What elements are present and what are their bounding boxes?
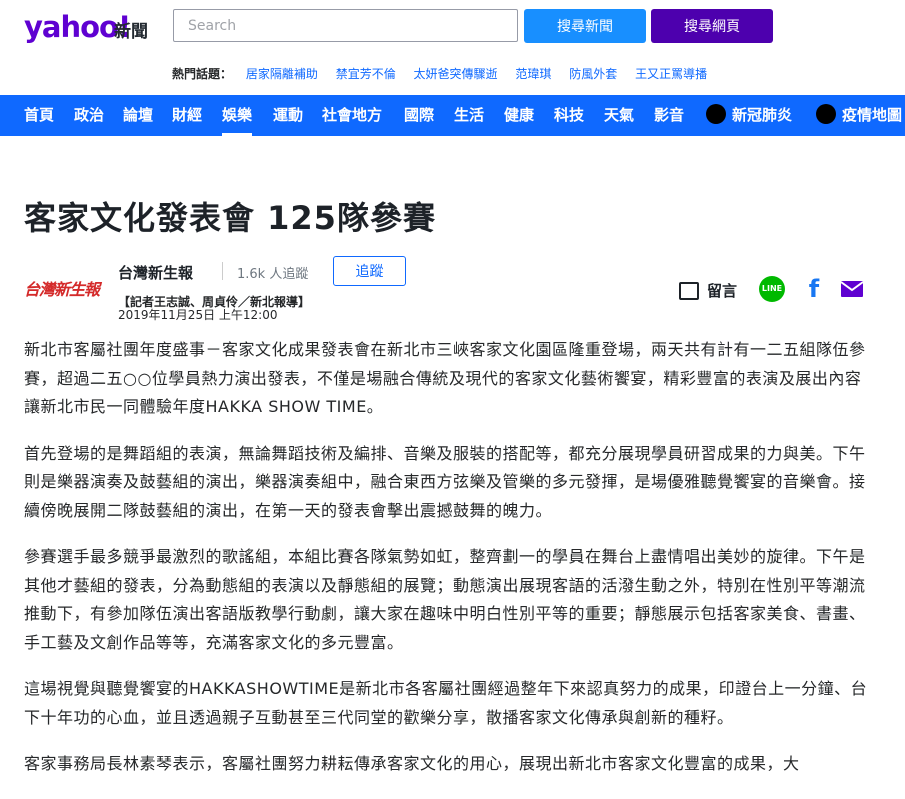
nav-item-politics[interactable]: 政治 (74, 95, 104, 136)
hot-topic-link[interactable]: 禁宜芳不倫 (336, 67, 396, 81)
virus-icon (706, 103, 726, 124)
search-web-button[interactable]: 搜尋網頁 (651, 9, 773, 43)
globe-icon (816, 103, 836, 124)
article-title: 客家文化發表會 125隊參賽 (24, 199, 436, 237)
mail-share-icon[interactable] (839, 276, 865, 302)
article-paragraph: 參賽選手最多競爭最激烈的歌謠組，本組比賽各隊氣勢如虹，整齊劃一的學員在舞台上盡情… (24, 547, 866, 652)
nav-item-map[interactable]: 疫情地圖 (816, 95, 902, 136)
article-date: 2019年11月25日 上午12:00 (118, 308, 278, 322)
nav-item-life[interactable]: 生活 (454, 95, 484, 136)
search-input[interactable] (173, 9, 518, 42)
article-paragraph: 這場視覺與聽覺饗宴的HAKKASHOWTIME是新北市各客屬社團經過整年下來認真… (24, 679, 868, 727)
nav-item-society[interactable]: 社會地方 (322, 95, 382, 136)
article-paragraph: 新北市客屬社團年度盛事－客家文化成果發表會在新北市三峽客家文化園區隆重登場，兩天… (24, 340, 866, 416)
comment-button[interactable]: 留言 (679, 280, 737, 301)
nav-item-covid-label: 新冠肺炎 (732, 106, 793, 124)
nav-item-map-label: 疫情地圖 (842, 106, 903, 124)
hot-topic-link[interactable]: 居家隔離補助 (246, 67, 318, 81)
top-header: yahoo! 新聞 搜尋新聞 搜尋網頁 熱門話題： 居家隔離補助 禁宜芳不倫 太… (0, 0, 905, 95)
divider (222, 262, 223, 280)
line-share-icon[interactable]: LINE (759, 276, 785, 302)
logo-section-name[interactable]: 新聞 (114, 17, 148, 42)
hot-topic-link[interactable]: 防風外套 (569, 67, 617, 81)
nav-item-finance[interactable]: 財經 (172, 95, 202, 136)
follow-button[interactable]: 追蹤 (333, 256, 406, 286)
nav-item-forum[interactable]: 論壇 (123, 95, 153, 136)
nav-item-tech[interactable]: 科技 (554, 95, 584, 136)
publisher-logo[interactable]: 台灣新生報 (24, 276, 106, 300)
comment-label: 留言 (707, 282, 738, 300)
hot-topics-bar: 熱門話題： 居家隔離補助 禁宜芳不倫 太妍爸突傳驟逝 范瑋琪 防風外套 王又正罵… (172, 65, 721, 82)
nav-item-weather[interactable]: 天氣 (604, 95, 634, 136)
follower-count: 1.6k 人追蹤 (237, 267, 309, 282)
publisher-name[interactable]: 台灣新生報 (118, 262, 193, 283)
article-paragraph: 首先登場的是舞蹈組的表演，無論舞蹈技術及編排、音樂及服裝的搭配等，都充分展現學員… (24, 443, 866, 520)
nav-item-health[interactable]: 健康 (504, 95, 534, 136)
comment-icon (679, 281, 699, 300)
nav-item-video[interactable]: 影音 (654, 95, 684, 136)
nav-item-covid[interactable]: 新冠肺炎 (706, 95, 792, 136)
article-body: 新北市客屬社團年度盛事－客家文化成果發表會在新北市三峽客家文化園區隆重登場，兩天… (24, 336, 874, 797)
nav-item-international[interactable]: 國際 (404, 95, 434, 136)
article-paragraph: 客家事務局長林素琴表示，客屬社團努力耕耘傳承客家文化的用心，展現出新北市客家文化… (24, 754, 800, 773)
nav-item-home[interactable]: 首頁 (24, 95, 54, 136)
facebook-share-icon[interactable]: f (801, 276, 827, 302)
nav-item-sports[interactable]: 運動 (273, 95, 303, 136)
search-news-button[interactable]: 搜尋新聞 (524, 9, 646, 43)
hot-topic-link[interactable]: 范瑋琪 (515, 67, 551, 81)
main-nav: 首頁 政治 論壇 財經 娛樂 運動 社會地方 國際 生活 健康 科技 天氣 影音… (0, 95, 905, 136)
hot-topic-link[interactable]: 太妍爸突傳驟逝 (414, 67, 498, 81)
nav-item-entertainment[interactable]: 娛樂 (222, 95, 253, 136)
hot-topics-label: 熱門話題： (172, 67, 233, 81)
hot-topic-link[interactable]: 王又正罵導播 (635, 67, 707, 81)
